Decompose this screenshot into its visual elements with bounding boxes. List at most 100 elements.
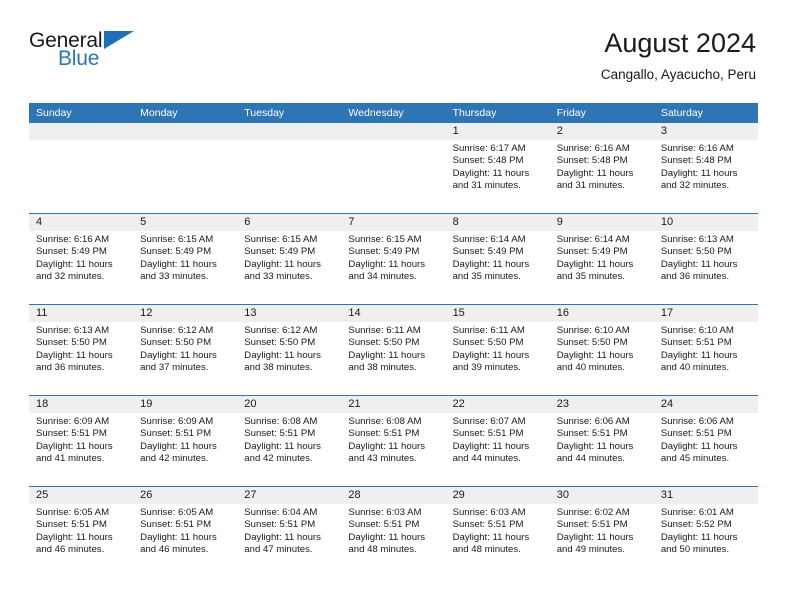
sunrise-text: Sunrise: 6:10 AM bbox=[660, 325, 734, 336]
day-cell[interactable]: 20 Sunrise: 6:08 AM Sunset: 5:51 PM Dayligh… bbox=[237, 396, 342, 486]
sunset-text: Sunset: 5:49 PM bbox=[244, 246, 316, 258]
sunset-text: Sunset: 5:50 PM bbox=[660, 246, 732, 258]
day-details: Sunrise: 6:03 AM Sunset: 5:51 PM Daylight:… bbox=[341, 504, 445, 556]
daylight-text: Daylight: 11 hours and 32 minutes. bbox=[660, 167, 738, 191]
sunrise-text: Sunrise: 6:12 AM bbox=[140, 325, 214, 336]
day-cell[interactable]: 6 Sunrise: 6:15 AM Sunset: 5:49 PM Daylight… bbox=[237, 214, 342, 304]
day-cell[interactable]: 18 Sunrise: 6:09 AM Sunset: 5:51 PM Dayligh… bbox=[29, 396, 134, 486]
day-details: Sunrise: 6:15 AM Sunset: 5:49 PM Daylight:… bbox=[237, 231, 341, 283]
day-details: Sunrise: 6:09 AM Sunset: 5:51 PM Daylight:… bbox=[133, 413, 237, 465]
day-cell[interactable]: 9 Sunrise: 6:14 AM Sunset: 5:49 PM Daylight… bbox=[549, 214, 654, 304]
sunset-text: Sunset: 5:51 PM bbox=[660, 337, 732, 349]
day-cell[interactable]: 11 Sunrise: 6:13 AM Sunset: 5:50 PM Dayligh… bbox=[29, 305, 134, 395]
day-cell[interactable]: 8 Sunrise: 6:14 AM Sunset: 5:49 PM Daylight… bbox=[445, 214, 550, 304]
sunset-text: Sunset: 5:50 PM bbox=[244, 337, 316, 349]
day-cell[interactable]: 15 Sunrise: 6:11 AM Sunset: 5:50 PM Dayligh… bbox=[445, 305, 550, 395]
sunset-text: Sunset: 5:51 PM bbox=[556, 519, 628, 531]
day-number: 24 bbox=[653, 396, 758, 413]
weekday-header-wednesday: Wednesday bbox=[348, 107, 404, 119]
day-details: Sunrise: 6:01 AM Sunset: 5:52 PM Daylight:… bbox=[654, 504, 758, 556]
sunset-text: Sunset: 5:50 PM bbox=[140, 337, 212, 349]
day-number: 20 bbox=[237, 396, 342, 413]
day-details: Sunrise: 6:15 AM Sunset: 5:49 PM Daylight:… bbox=[133, 231, 237, 283]
day-cell[interactable]: 29 Sunrise: 6:03 AM Sunset: 5:51 PM Dayligh… bbox=[445, 487, 550, 577]
sunset-text: Sunset: 5:51 PM bbox=[140, 519, 212, 531]
day-cell[interactable]: 7 Sunrise: 6:15 AM Sunset: 5:49 PM Daylight… bbox=[341, 214, 446, 304]
page-title: August 2024 bbox=[604, 28, 756, 58]
daylight-text: Daylight: 11 hours and 39 minutes. bbox=[452, 349, 530, 373]
day-number: 11 bbox=[29, 305, 134, 322]
calendar-week-row: 11 Sunrise: 6:13 AM Sunset: 5:50 PM Dayligh… bbox=[29, 304, 758, 395]
day-cell[interactable]: 3 Sunrise: 6:16 AM Sunset: 5:48 PM Daylight… bbox=[653, 123, 758, 213]
sunrise-text: Sunrise: 6:16 AM bbox=[556, 143, 630, 154]
day-cell[interactable]: 5 Sunrise: 6:15 AM Sunset: 5:49 PM Daylight… bbox=[133, 214, 238, 304]
day-number: 13 bbox=[237, 305, 342, 322]
sunset-text: Sunset: 5:49 PM bbox=[452, 246, 524, 258]
day-number: 17 bbox=[653, 305, 758, 322]
daylight-text: Daylight: 11 hours and 33 minutes. bbox=[140, 258, 217, 282]
daylight-text: Daylight: 11 hours and 34 minutes. bbox=[348, 258, 426, 282]
day-cell[interactable]: 14 Sunrise: 6:11 AM Sunset: 5:50 PM Dayligh… bbox=[341, 305, 446, 395]
weekday-header-friday: Friday bbox=[556, 107, 586, 119]
day-cell[interactable]: 17 Sunrise: 6:10 AM Sunset: 5:51 PM Dayligh… bbox=[653, 305, 758, 395]
sunset-text: Sunset: 5:50 PM bbox=[36, 337, 107, 349]
weekday-header-tuesday: Tuesday bbox=[244, 107, 285, 119]
sunrise-text: Sunrise: 6:07 AM bbox=[452, 416, 526, 427]
sunrise-text: Sunrise: 6:15 AM bbox=[244, 234, 318, 245]
sunrise-text: Sunrise: 6:06 AM bbox=[660, 416, 734, 427]
daylight-text: Daylight: 11 hours and 41 minutes. bbox=[36, 440, 113, 464]
day-cell[interactable]: 28 Sunrise: 6:03 AM Sunset: 5:51 PM Dayligh… bbox=[341, 487, 446, 577]
sunset-text: Sunset: 5:51 PM bbox=[36, 519, 107, 531]
calendar-weeks: 1 Sunrise: 6:17 AM Sunset: 5:48 PM Daylight… bbox=[29, 123, 758, 577]
day-details: Sunrise: 6:08 AM Sunset: 5:51 PM Daylight:… bbox=[237, 413, 341, 465]
day-cell[interactable]: 27 Sunrise: 6:04 AM Sunset: 5:51 PM Dayligh… bbox=[237, 487, 342, 577]
day-cell[interactable]: 24 Sunrise: 6:06 AM Sunset: 5:51 PM Dayligh… bbox=[653, 396, 758, 486]
day-cell[interactable]: 26 Sunrise: 6:05 AM Sunset: 5:51 PM Dayligh… bbox=[133, 487, 238, 577]
day-cell[interactable]: 12 Sunrise: 6:12 AM Sunset: 5:50 PM Dayligh… bbox=[133, 305, 238, 395]
daylight-text: Daylight: 11 hours and 31 minutes. bbox=[452, 167, 530, 191]
day-details: Sunrise: 6:12 AM Sunset: 5:50 PM Daylight:… bbox=[237, 322, 341, 374]
day-cell[interactable]: 13 Sunrise: 6:12 AM Sunset: 5:50 PM Dayligh… bbox=[237, 305, 342, 395]
weekday-header-thursday: Thursday bbox=[452, 107, 497, 119]
sunrise-text: Sunrise: 6:08 AM bbox=[348, 416, 422, 427]
sunrise-text: Sunrise: 6:11 AM bbox=[348, 325, 421, 336]
day-number: 1 bbox=[445, 123, 550, 140]
sunrise-text: Sunrise: 6:09 AM bbox=[140, 416, 214, 427]
daylight-text: Daylight: 11 hours and 44 minutes. bbox=[452, 440, 530, 464]
day-number: 2 bbox=[549, 123, 654, 140]
sunset-text: Sunset: 5:48 PM bbox=[660, 155, 732, 167]
day-cell[interactable]: 21 Sunrise: 6:08 AM Sunset: 5:51 PM Dayligh… bbox=[341, 396, 446, 486]
day-cell[interactable]: 4 Sunrise: 6:16 AM Sunset: 5:49 PM Daylight… bbox=[29, 214, 134, 304]
day-cell[interactable]: 10 Sunrise: 6:13 AM Sunset: 5:50 PM Dayligh… bbox=[653, 214, 758, 304]
sunset-text: Sunset: 5:51 PM bbox=[452, 519, 524, 531]
day-number: 19 bbox=[133, 396, 238, 413]
day-cell[interactable]: 2 Sunrise: 6:16 AM Sunset: 5:48 PM Daylight… bbox=[549, 123, 654, 213]
daylight-text: Daylight: 11 hours and 48 minutes. bbox=[348, 531, 426, 555]
day-cell[interactable]: 16 Sunrise: 6:10 AM Sunset: 5:50 PM Dayligh… bbox=[549, 305, 654, 395]
day-number: 5 bbox=[133, 214, 238, 231]
brand-logo[interactable]: General Blue bbox=[29, 28, 149, 76]
day-number: 14 bbox=[341, 305, 446, 322]
sunset-text: Sunset: 5:51 PM bbox=[556, 428, 628, 440]
day-cell[interactable]: 25 Sunrise: 6:05 AM Sunset: 5:51 PM Dayligh… bbox=[29, 487, 134, 577]
day-cell[interactable]: 22 Sunrise: 6:07 AM Sunset: 5:51 PM Dayligh… bbox=[445, 396, 550, 486]
day-number: 3 bbox=[653, 123, 758, 140]
day-details: Sunrise: 6:16 AM Sunset: 5:48 PM Daylight:… bbox=[654, 140, 758, 192]
day-cell[interactable]: 30 Sunrise: 6:02 AM Sunset: 5:51 PM Dayligh… bbox=[549, 487, 654, 577]
day-number bbox=[29, 123, 134, 140]
day-number: 27 bbox=[237, 487, 342, 504]
sunset-text: Sunset: 5:48 PM bbox=[452, 155, 524, 167]
daylight-text: Daylight: 11 hours and 38 minutes. bbox=[348, 349, 426, 373]
day-number: 12 bbox=[133, 305, 238, 322]
sunset-text: Sunset: 5:49 PM bbox=[348, 246, 420, 258]
sunrise-text: Sunrise: 6:13 AM bbox=[660, 234, 734, 245]
sunset-text: Sunset: 5:50 PM bbox=[348, 337, 420, 349]
day-cell[interactable]: 31 Sunrise: 6:01 AM Sunset: 5:52 PM Dayligh… bbox=[653, 487, 758, 577]
day-details: Sunrise: 6:08 AM Sunset: 5:51 PM Daylight:… bbox=[341, 413, 445, 465]
day-cell[interactable]: 1 Sunrise: 6:17 AM Sunset: 5:48 PM Daylight… bbox=[445, 123, 550, 213]
sunrise-text: Sunrise: 6:06 AM bbox=[556, 416, 630, 427]
day-cell[interactable]: 19 Sunrise: 6:09 AM Sunset: 5:51 PM Dayligh… bbox=[133, 396, 238, 486]
day-cell[interactable]: 23 Sunrise: 6:06 AM Sunset: 5:51 PM Dayligh… bbox=[549, 396, 654, 486]
sunrise-text: Sunrise: 6:04 AM bbox=[244, 507, 318, 518]
day-details: Sunrise: 6:14 AM Sunset: 5:49 PM Daylight:… bbox=[446, 231, 550, 283]
